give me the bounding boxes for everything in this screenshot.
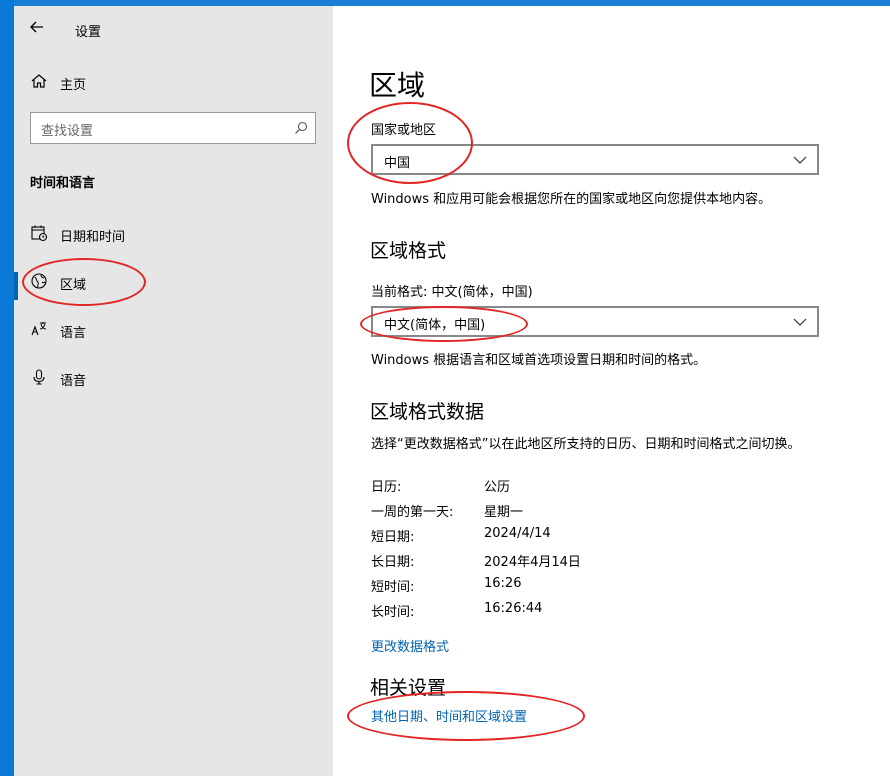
country-value: 中国: [384, 156, 411, 171]
page-title: 区域: [369, 69, 426, 102]
data-value: 16:26: [484, 576, 522, 591]
search-placeholder: 查找设置: [41, 124, 94, 139]
format-data-description: 选择“更改数据格式”以在此地区所支持的日历、日期和时间格式之间切换。: [371, 437, 801, 452]
globe-icon: [31, 273, 47, 289]
sidebar-item-region[interactable]: 区域: [14, 262, 333, 302]
back-button[interactable]: [26, 16, 48, 38]
sidebar-home-label: 主页: [60, 78, 87, 93]
settings-window: 设置 主页 查找设置 时间和语言 日期和时间 区域 语言 语音 区域 国家或地区…: [14, 0, 890, 776]
sidebar-item-home[interactable]: 主页: [14, 62, 333, 102]
data-key: 长时间:: [371, 605, 415, 620]
back-arrow-icon: [30, 21, 43, 33]
related-settings-heading: 相关设置: [370, 677, 447, 699]
data-value: 星期一: [484, 505, 524, 520]
sidebar-item-label: 语音: [60, 374, 87, 389]
data-key: 一周的第一天:: [371, 505, 454, 520]
sidebar-item-date-time[interactable]: 日期和时间: [14, 214, 333, 254]
data-value: 公历: [484, 480, 511, 495]
window-title: 设置: [75, 25, 102, 40]
chevron-down-icon: [793, 318, 807, 326]
data-key: 长日期:: [371, 555, 415, 570]
format-heading: 区域格式: [370, 240, 447, 262]
data-value: 2024年4月14日: [484, 555, 581, 570]
change-data-format-link[interactable]: 更改数据格式: [371, 636, 449, 655]
sidebar-item-speech[interactable]: 语音: [14, 358, 333, 398]
format-data-heading: 区域格式数据: [370, 401, 485, 423]
data-key: 短时间:: [371, 580, 415, 595]
main-content: 区域 国家或地区 中国 Windows 和应用可能会根据您所在的国家或地区向您提…: [333, 6, 890, 776]
data-key: 短日期:: [371, 530, 415, 545]
format-value: 中文(简体，中国): [384, 318, 486, 333]
country-dropdown[interactable]: 中国: [371, 144, 819, 175]
calendar-clock-icon: [31, 225, 48, 242]
current-format-label: 当前格式: 中文(简体，中国): [371, 285, 533, 300]
home-icon: [31, 74, 47, 88]
data-key: 日历:: [371, 480, 402, 495]
chevron-down-icon: [793, 156, 807, 164]
section-title: 时间和语言: [30, 176, 96, 191]
data-value: 16:26:44: [484, 601, 543, 616]
data-value: 2024/4/14: [484, 526, 551, 541]
country-description: Windows 和应用可能会根据您所在的国家或地区向您提供本地内容。: [371, 192, 772, 207]
sidebar-item-language[interactable]: 语言: [14, 310, 333, 350]
language-icon: [31, 322, 47, 336]
microphone-icon: [33, 369, 45, 385]
sidebar: 设置 主页 查找设置 时间和语言 日期和时间 区域 语言 语音: [14, 6, 333, 776]
country-label: 国家或地区: [371, 123, 437, 138]
format-dropdown[interactable]: 中文(简体，中国): [371, 306, 819, 337]
sidebar-item-label: 语言: [60, 326, 87, 341]
search-input[interactable]: 查找设置: [30, 112, 316, 144]
sidebar-item-label: 区域: [60, 278, 87, 293]
additional-settings-link[interactable]: 其他日期、时间和区域设置: [371, 706, 527, 725]
sidebar-item-label: 日期和时间: [60, 230, 126, 245]
format-description: Windows 根据语言和区域首选项设置日期和时间的格式。: [371, 353, 707, 368]
search-icon: [295, 121, 308, 134]
